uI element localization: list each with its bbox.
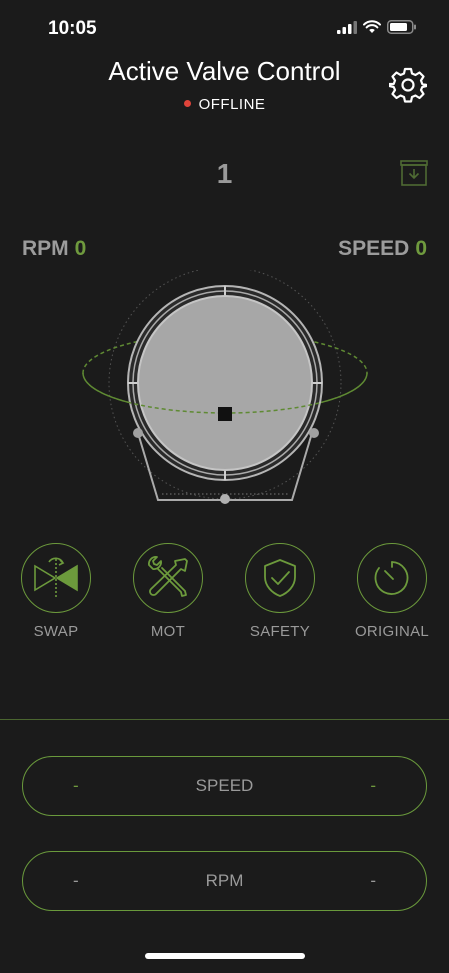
mode-mot-button[interactable]: MOT xyxy=(118,543,218,640)
archive-button[interactable] xyxy=(399,158,429,188)
rpm-label: RPM xyxy=(22,237,69,260)
rpm-decrease-button[interactable]: - xyxy=(73,871,79,891)
mode-safety-label: SAFETY xyxy=(249,623,311,640)
connection-status: OFFLINE xyxy=(0,96,449,113)
tools-icon xyxy=(148,556,188,597)
gear-icon xyxy=(388,67,428,103)
speed-decrease-button[interactable]: - xyxy=(73,776,79,796)
mode-mot-label: MOT xyxy=(150,623,186,640)
pivot-point-right xyxy=(309,428,319,438)
valve-center-marker xyxy=(218,407,232,421)
wifi-icon xyxy=(363,20,381,33)
mode-original-button[interactable]: ORIGINAL xyxy=(342,543,442,640)
status-time: 10:05 xyxy=(48,18,97,39)
rpm-control: - RPM - xyxy=(22,851,427,911)
mode-safety-button[interactable]: SAFETY xyxy=(230,543,330,640)
stopwatch-icon xyxy=(374,561,409,595)
rpm-control-label: RPM xyxy=(205,871,244,890)
home-indicator[interactable] xyxy=(145,953,305,959)
mode-original-label: ORIGINAL xyxy=(354,623,430,640)
pivot-point-bottom xyxy=(220,494,230,504)
rpm-increase-button[interactable]: - xyxy=(370,871,376,891)
settings-button[interactable] xyxy=(388,66,428,104)
mode-swap-button[interactable]: SWAP xyxy=(6,543,106,640)
divider xyxy=(0,719,449,720)
pivot-point-left xyxy=(133,428,143,438)
counter-value: 1 xyxy=(216,158,233,189)
page-title: Active Valve Control xyxy=(108,56,341,86)
valve-graphic[interactable] xyxy=(80,270,370,510)
speed-increase-button[interactable]: - xyxy=(370,776,376,796)
battery-icon xyxy=(387,20,416,34)
rpm-value: 0 xyxy=(74,237,87,260)
archive-download-icon xyxy=(400,160,428,186)
mode-original-circle[interactable] xyxy=(357,543,427,613)
speed-control-label: SPEED xyxy=(195,776,254,795)
speed-readout: SPEED 0 xyxy=(338,237,427,261)
mode-mot-circle[interactable] xyxy=(133,543,203,613)
speed-label: SPEED xyxy=(338,237,410,260)
mode-swap-circle[interactable] xyxy=(21,543,91,613)
status-icons xyxy=(337,20,417,34)
speed-value: 0 xyxy=(415,237,427,260)
rpm-readout: RPM 0 xyxy=(22,237,86,261)
connection-status-label: OFFLINE xyxy=(198,96,266,113)
mode-swap-label: SWAP xyxy=(33,623,79,640)
cellular-signal-icon xyxy=(337,20,357,34)
mode-safety-circle[interactable] xyxy=(245,543,315,613)
offline-dot xyxy=(183,99,191,107)
shield-check-icon xyxy=(264,559,296,597)
valve-swap-icon xyxy=(34,557,78,597)
speed-control: - SPEED - xyxy=(22,756,427,816)
